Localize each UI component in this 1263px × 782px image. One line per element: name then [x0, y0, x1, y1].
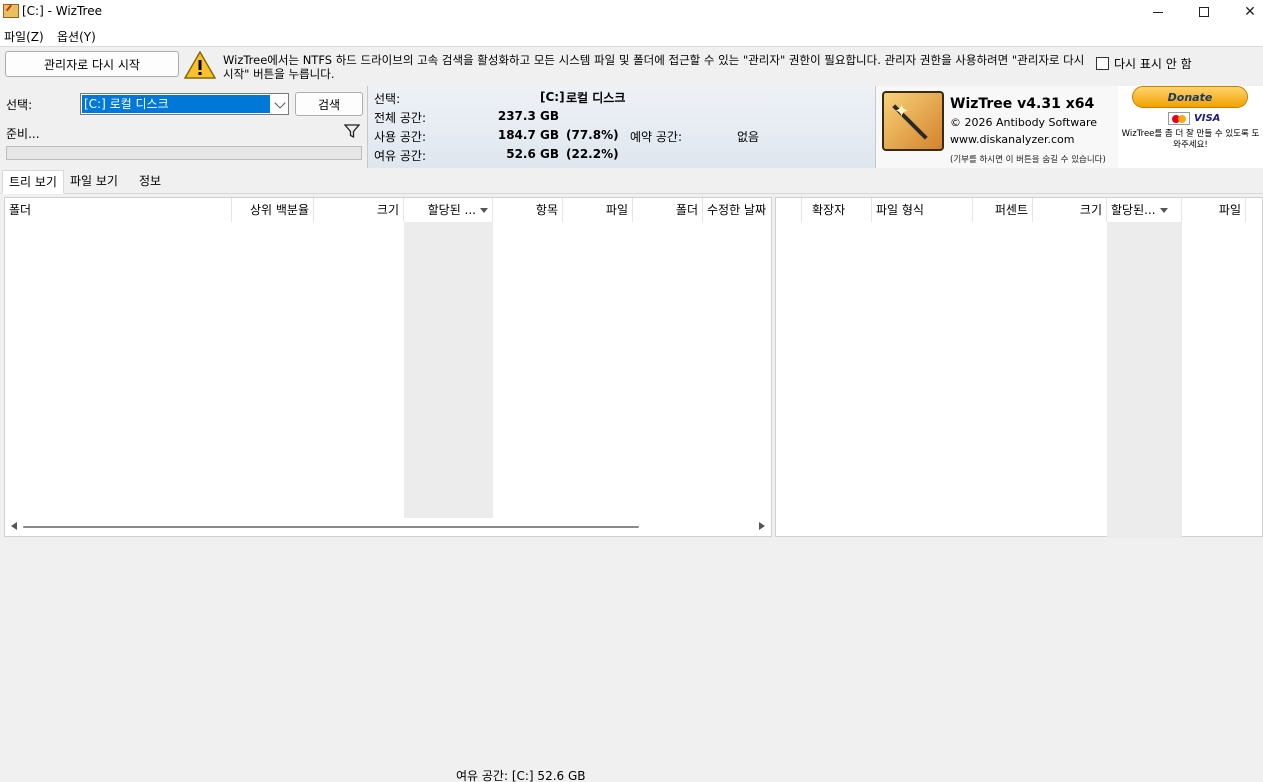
used-space-label: 사용 공간:	[374, 130, 427, 144]
brand-website-link[interactable]: www.diskanalyzer.com	[950, 133, 1075, 146]
extension-grid: 확장자 파일 형식 퍼센트 크기 할당된... 파일	[775, 197, 1263, 538]
col-extension[interactable]: 확장자	[802, 198, 872, 222]
col-allocated[interactable]: 할당된 ...	[404, 198, 493, 222]
ext-sort-desc-icon	[1159, 208, 1168, 213]
warning-icon	[184, 51, 216, 79]
col-extension-label: 확장자	[812, 203, 846, 217]
tab-info[interactable]: 정보	[133, 170, 167, 194]
tree-grid: 폴더 상위 백분율 크기 할당된 ... 항목 파일 폴더 수정한 날짜	[4, 197, 772, 537]
drive-select[interactable]: [C:] 로컬 디스크	[80, 93, 289, 115]
scroll-left-icon[interactable]	[11, 522, 17, 530]
total-space-value: 237.3 GB	[497, 109, 559, 123]
menu-options[interactable]: 옵션(Y)	[57, 28, 96, 45]
title-bar: [C:] - WizTree ✕	[0, 0, 1263, 24]
tab-file-view[interactable]: 파일 보기	[64, 170, 124, 194]
maximize-button[interactable]	[1181, 0, 1227, 24]
drive-info-panel: 선택: [C:] 로컬 디스크 전체 공간: 237.3 GB 사용 공간: 1…	[367, 86, 875, 168]
dont-show-again-label: 다시 표시 안 함	[1114, 57, 1192, 71]
admin-warning-bar: 관리자로 다시 시작 WizTree에서는 NTFS 하드 드라이브의 고속 검…	[0, 46, 1263, 86]
col-folder[interactable]: 폴더	[5, 198, 232, 222]
search-button[interactable]: 검색	[295, 92, 363, 116]
ext-allocated-column-shade	[1107, 222, 1182, 538]
col-allocated-label: 할당된 ...	[427, 203, 476, 217]
brand-panel: ✦ WizTree v4.31 x64 © 2026 Antibody Soft…	[875, 86, 1118, 168]
brand-copyright: © 2026 Antibody Software	[950, 116, 1098, 129]
allocated-column-shade	[404, 222, 493, 518]
brand-title: WizTree v4.31 x64	[950, 96, 1095, 112]
scroll-thumb[interactable]	[23, 526, 639, 528]
col-ext-allocated-label: 할당된...	[1111, 203, 1156, 217]
col-size[interactable]: 크기	[314, 198, 404, 222]
col-folders[interactable]: 폴더	[633, 198, 703, 222]
brand-note: (기부를 하시면 이 버튼을 숨길 수 있습니다)	[950, 155, 1106, 165]
tab-tree-view[interactable]: 트리 보기	[2, 170, 64, 194]
restart-as-admin-button[interactable]: 관리자로 다시 시작	[5, 51, 179, 77]
donate-panel: Donate VISA WizTree를 좀 더 잘 만들 수 있도록 도와주세…	[1118, 86, 1263, 168]
col-ext-allocated[interactable]: 할당된...	[1107, 198, 1182, 222]
donate-note: WizTree를 좀 더 잘 만들 수 있도록 도와주세요!	[1121, 129, 1260, 150]
reserved-space-value: 없음	[737, 130, 760, 144]
filter-icon[interactable]	[344, 123, 360, 139]
wiztree-logo-icon: ✦	[882, 91, 944, 151]
payment-cards: VISA	[1168, 112, 1220, 125]
view-tabs: 트리 보기 파일 보기 정보	[0, 168, 1263, 194]
col-parent-percent[interactable]: 상위 백분율	[232, 198, 314, 222]
window-title: [C:] - WizTree	[22, 4, 102, 18]
col-files[interactable]: 파일	[563, 198, 633, 222]
chevron-down-icon	[274, 97, 286, 109]
app-icon	[3, 4, 19, 18]
maximize-icon	[1199, 7, 1209, 17]
info-select-label: 선택:	[374, 92, 401, 106]
col-ext-icon[interactable]	[776, 198, 802, 222]
free-space-value: 52.6 GB	[506, 147, 559, 161]
drive-select-value: [C:] 로컬 디스크	[81, 94, 271, 114]
col-modified-date[interactable]: 수정한 날짜	[703, 198, 771, 222]
admin-warning-text: WizTree에서는 NTFS 하드 드라이브의 고속 검색을 활성화하고 모든…	[223, 53, 1085, 81]
minimize-button[interactable]	[1135, 0, 1181, 24]
mastercard-icon	[1168, 112, 1190, 125]
select-panel: 선택: [C:] 로컬 디스크 검색 준비...	[0, 86, 367, 168]
minimize-icon	[1153, 11, 1163, 13]
used-space-percent: (77.8%)	[566, 128, 619, 142]
footer-free-space: 여유 공간: [C:] 52.6 GB	[456, 769, 586, 782]
col-ext-files[interactable]: 파일	[1182, 198, 1246, 222]
scan-progress-bar	[6, 146, 362, 160]
col-ext-size[interactable]: 크기	[1033, 198, 1107, 222]
col-percent[interactable]: 퍼센트	[973, 198, 1033, 222]
col-file-type[interactable]: 파일 형식	[872, 198, 973, 222]
close-button[interactable]: ✕	[1227, 0, 1263, 24]
select-label: 선택:	[6, 98, 33, 112]
tree-horizontal-scrollbar[interactable]	[5, 518, 771, 535]
menu-bar: 파일(Z) 옵션(Y)	[0, 24, 1263, 46]
total-space-label: 전체 공간:	[374, 111, 427, 125]
visa-icon: VISA	[1194, 113, 1221, 124]
reserved-space-label: 예약 공간:	[630, 130, 683, 144]
col-items[interactable]: 항목	[493, 198, 563, 222]
info-drive-letter: [C:]	[540, 90, 565, 104]
donate-button[interactable]: Donate	[1132, 86, 1248, 108]
dont-show-again-checkbox[interactable]	[1096, 57, 1109, 70]
close-icon: ✕	[1244, 4, 1256, 20]
free-space-label: 여유 공간:	[374, 149, 427, 163]
status-text: 준비...	[6, 127, 40, 141]
scroll-right-icon[interactable]	[759, 522, 765, 530]
free-space-percent: (22.2%)	[566, 147, 619, 161]
info-drive-name: 로컬 디스크	[566, 91, 626, 105]
menu-file[interactable]: 파일(Z)	[4, 28, 44, 45]
sort-desc-icon	[480, 208, 488, 213]
used-space-value: 184.7 GB	[497, 128, 559, 142]
